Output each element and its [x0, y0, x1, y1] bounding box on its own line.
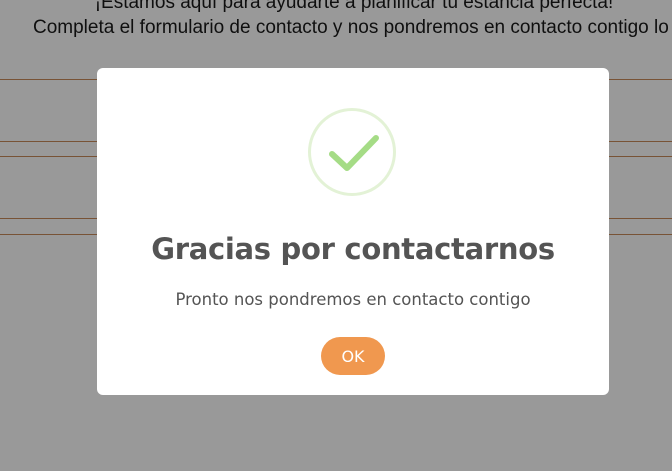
success-check-icon — [308, 108, 396, 196]
ok-button[interactable]: OK — [321, 337, 385, 375]
success-dialog: Gracias por contactarnos Pronto nos pond… — [97, 68, 609, 395]
dialog-title: Gracias por contactarnos — [151, 232, 555, 266]
contact-page: ¡Estamos aquí para ayudarte a planificar… — [0, 0, 672, 471]
dialog-message: Pronto nos pondremos en contacto contigo — [175, 290, 531, 309]
